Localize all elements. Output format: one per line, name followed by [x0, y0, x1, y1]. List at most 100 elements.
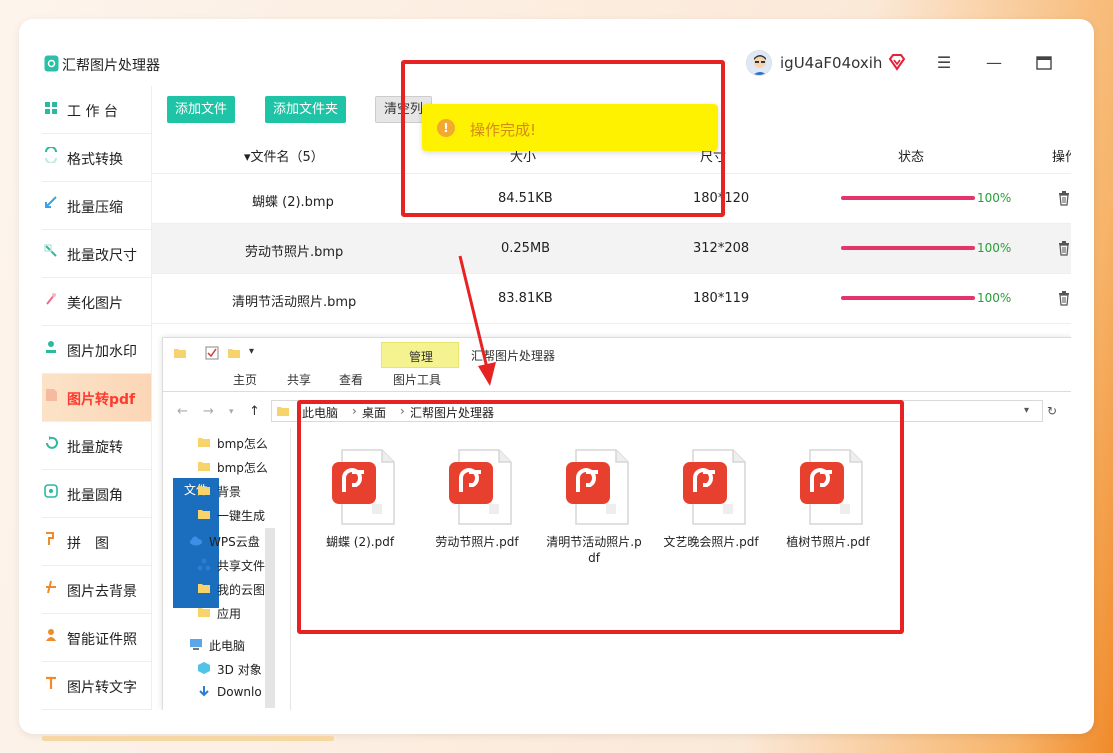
header-filename[interactable]: ▾文件名（5） — [244, 146, 324, 165]
recent-dropdown-icon[interactable]: ▾ — [229, 407, 234, 417]
rotate-icon — [46, 436, 58, 449]
sidebar-item-label: 图片转文字 — [67, 680, 137, 696]
sidebar-item-label: 拼 图 — [67, 536, 109, 552]
sidebar-item-compress[interactable]: 批量压缩 — [42, 182, 151, 230]
progress-bar — [841, 196, 975, 200]
sidebar-item-image-to-pdf[interactable]: 图片转pdf — [42, 374, 151, 422]
trash-icon[interactable] — [1058, 240, 1070, 256]
table-row[interactable]: 劳动节照片.bmp 0.25MB 312*208 100% — [152, 224, 1071, 274]
cell-size: 0.25MB — [501, 241, 551, 256]
folder-icon — [198, 510, 210, 519]
compress-icon — [45, 196, 57, 208]
highlight-box-toast — [401, 60, 725, 217]
progress-percent: 100% — [977, 291, 1012, 305]
sidebar-item-round-corner[interactable]: 批量圆角 — [42, 470, 151, 518]
decorative-bar — [42, 736, 334, 741]
folder-icon — [198, 608, 210, 617]
nav-scrollbar[interactable] — [265, 528, 275, 708]
sidebar-item-watermark[interactable]: 图片加水印 — [42, 326, 151, 374]
sidebar-item-label: 批量改尺寸 — [67, 248, 137, 264]
resize-icon — [44, 244, 57, 257]
manage-tab-label: 管理 — [408, 350, 433, 364]
table-row[interactable]: 清明节活动照片.bmp 83.81KB 180*119 100% — [152, 274, 1071, 324]
ribbon-tab-home[interactable]: 主页 — [233, 368, 257, 392]
puzzle-icon — [46, 532, 54, 545]
header-status: 状态 — [898, 150, 925, 165]
beautify-icon — [46, 293, 56, 305]
user-avatar[interactable] — [746, 50, 772, 76]
cell-dimensions: 312*208 — [693, 241, 750, 256]
sidebar-item-label: 图片转pdf — [67, 392, 136, 408]
ribbon-tab-view[interactable]: 查看 — [339, 368, 363, 392]
nav-label: 我的云图 — [217, 583, 266, 597]
back-icon[interactable]: ← — [177, 404, 188, 419]
header-actions: 操作 — [1052, 150, 1071, 165]
trash-icon[interactable] — [1058, 190, 1070, 206]
sidebar-item-label: 批量圆角 — [67, 488, 123, 504]
cell-filename: 劳动节照片.bmp — [245, 245, 344, 260]
format-convert-icon — [45, 147, 57, 163]
nav-label: 共享文件 — [217, 559, 266, 573]
properties-icon[interactable] — [205, 346, 219, 360]
nav-label: 一键生成 — [217, 509, 266, 523]
folder-icon — [277, 407, 289, 416]
customize-dropdown-icon[interactable]: ▾ — [249, 346, 263, 360]
arrow-annotation-icon — [458, 255, 496, 386]
up-icon[interactable]: ↑ — [249, 404, 260, 419]
forward-icon[interactable]: → — [203, 404, 214, 419]
sidebar: 工 作 台 格式转换 批量压缩 批量改尺寸 美化图片 图片加水印 图片转pdf — [42, 86, 151, 710]
progress-percent: 100% — [977, 191, 1012, 205]
sidebar-item-resize[interactable]: 批量改尺寸 — [42, 230, 151, 278]
app-window: 汇帮图片处理器 igU4aF04oxih ☰ — 工 作 台 格式转换 批量压缩… — [42, 42, 1071, 710]
workbench-icon — [45, 102, 57, 114]
folder-icon[interactable] — [173, 346, 187, 360]
manage-tab[interactable]: 管理 — [381, 342, 459, 368]
sidebar-item-rotate[interactable]: 批量旋转 — [42, 422, 151, 470]
nav-label: Downlo — [217, 685, 262, 699]
watermark-icon — [46, 341, 56, 353]
ribbon-tab-picture-tools[interactable]: 图片工具 — [393, 368, 441, 392]
folder-icon — [198, 438, 210, 447]
new-folder-icon[interactable] — [227, 346, 241, 360]
add-file-button[interactable]: 添加文件 — [167, 96, 236, 123]
sidebar-item-remove-bg[interactable]: 图片去背景 — [42, 566, 151, 614]
folder-icon — [198, 486, 210, 495]
refresh-icon[interactable]: ↻ — [1047, 404, 1057, 418]
app-logo-icon — [44, 55, 59, 72]
sidebar-item-label: 智能证件照 — [67, 632, 137, 648]
nav-label: 应用 — [217, 607, 242, 621]
ribbon-tab-share[interactable]: 共享 — [287, 368, 311, 392]
nav-label: bmp怎么 — [217, 437, 268, 451]
sidebar-item-label: 美化图片 — [67, 296, 123, 312]
cell-size: 83.81KB — [498, 291, 553, 306]
username[interactable]: igU4aF04oxih — [780, 54, 882, 72]
progress-percent: 100% — [977, 241, 1012, 255]
avatar-icon — [747, 51, 771, 75]
computer-icon — [190, 639, 202, 650]
sidebar-item-label: 图片加水印 — [67, 344, 137, 360]
minimize-icon[interactable]: — — [983, 52, 1005, 74]
sidebar-item-label: 图片去背景 — [67, 584, 137, 600]
folder-icon — [198, 584, 210, 593]
sidebar-item-ocr[interactable]: 图片转文字 — [42, 662, 151, 710]
image-to-pdf-icon — [46, 389, 57, 401]
maximize-icon[interactable] — [1033, 52, 1055, 74]
sidebar-item-id-photo[interactable]: 智能证件照 — [42, 614, 151, 662]
quick-access-toolbar: ▾ 管理 汇帮图片处理器 — [163, 338, 1071, 368]
vip-diamond-icon[interactable] — [887, 52, 907, 72]
address-dropdown-icon[interactable]: ▾ — [1024, 405, 1029, 416]
ribbon-tabs: 文件 主页 共享 查看 图片工具 — [163, 368, 1071, 608]
cell-filename: 清明节活动照片.bmp — [232, 295, 357, 310]
trash-icon[interactable] — [1058, 290, 1070, 306]
sidebar-item-label: 批量压缩 — [67, 200, 123, 216]
cell-dimensions: 180*119 — [693, 291, 750, 306]
menu-icon[interactable]: ☰ — [933, 52, 955, 74]
sidebar-item-workbench[interactable]: 工 作 台 — [42, 86, 151, 134]
add-folder-button[interactable]: 添加文件夹 — [265, 96, 347, 123]
sidebar-item-label: 格式转换 — [67, 152, 123, 168]
sidebar-item-format-convert[interactable]: 格式转换 — [42, 134, 151, 182]
sidebar-item-puzzle[interactable]: 拼 图 — [42, 518, 151, 566]
sidebar-item-beautify[interactable]: 美化图片 — [42, 278, 151, 326]
progress-bar — [841, 296, 975, 300]
remove-bg-icon — [46, 580, 56, 594]
